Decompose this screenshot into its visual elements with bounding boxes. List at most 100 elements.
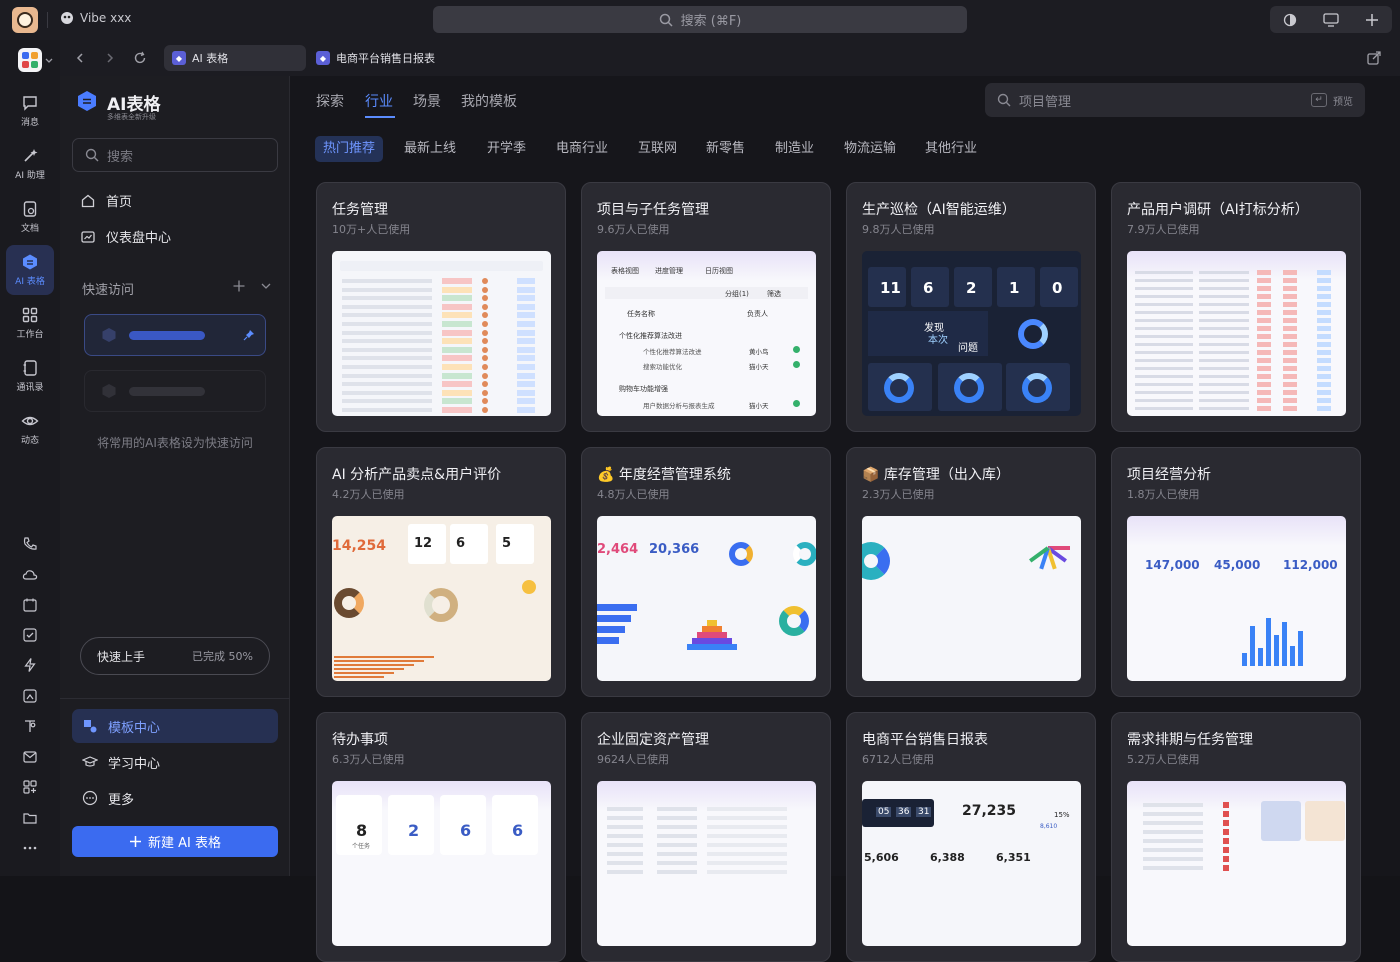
back-icon[interactable]: [74, 52, 86, 64]
status-tag: [517, 278, 535, 284]
rail-item-messages[interactable]: 消息: [6, 86, 54, 136]
rail-item-contacts[interactable]: 通讯录: [6, 351, 54, 401]
lightning-icon[interactable]: [20, 655, 40, 675]
apps-plus-icon[interactable]: [20, 777, 40, 797]
open-external-icon[interactable]: [1366, 50, 1382, 66]
tag: [1257, 326, 1271, 331]
rail-item-ai-assistant[interactable]: AI 助理: [6, 139, 54, 189]
template-card[interactable]: 项目经营分析 1.8万人已使用 147,000 45,000 112,000: [1111, 447, 1361, 697]
cloud-icon[interactable]: [20, 565, 40, 585]
enter-key-icon: ↵: [1311, 93, 1327, 107]
tab-sales-report[interactable]: ◆ 电商平台销售日报表: [308, 45, 443, 71]
onboarding-progress[interactable]: 快速上手 已完成 50%: [80, 637, 270, 675]
more-dots-icon[interactable]: [20, 838, 40, 858]
user-avatar[interactable]: [12, 7, 38, 33]
refresh-icon[interactable]: [133, 51, 147, 65]
tag: [1317, 286, 1331, 291]
preview-shape: [340, 261, 543, 271]
stat-number: 0: [1052, 279, 1063, 297]
app-switcher[interactable]: Vibe xxx: [60, 11, 131, 25]
forward-icon[interactable]: [104, 52, 116, 64]
template-card[interactable]: 💰 年度经营管理系统 4.8万人已使用 2,464 20,366: [581, 447, 831, 697]
template-card[interactable]: 项目与子任务管理 9.6万人已使用 表格视图 进度管理 日历视图 分组(1) 筛选 任务名称 负…: [581, 182, 831, 432]
template-usage: 7.9万人已使用: [1127, 223, 1200, 236]
tab-my-templates[interactable]: 我的模板: [461, 91, 517, 111]
bar: [334, 656, 434, 658]
rail-item-ai-table[interactable]: AI 表格: [6, 245, 54, 295]
filter-chip[interactable]: 电商行业: [548, 136, 616, 162]
table-row: [1143, 803, 1203, 807]
template-card[interactable]: 产品用户调研（AI打标分析） 7.9万人已使用: [1111, 182, 1361, 432]
tab-ai-table[interactable]: ◆ AI 表格: [164, 45, 306, 71]
template-card[interactable]: 需求排期与任务管理 5.2万人已使用: [1111, 712, 1361, 962]
nav-learning-center[interactable]: 学习中心: [72, 745, 278, 779]
bar: [597, 626, 625, 633]
table-row: [342, 373, 432, 378]
rail-label: 文档: [20, 224, 39, 234]
tab-explore[interactable]: 探索: [316, 91, 344, 111]
table-row: [707, 861, 787, 865]
nav-home[interactable]: 首页: [80, 191, 132, 210]
filter-chip[interactable]: 互联网: [630, 136, 685, 162]
template-card[interactable]: 待办事项 6.3万人已使用 8 2 6 6 个任务: [316, 712, 566, 962]
sidebar-search-input[interactable]: 搜索: [72, 138, 278, 172]
active-tab-indicator: [365, 116, 395, 118]
pin-icon: [243, 330, 254, 341]
rail-item-workbench[interactable]: 工作台: [6, 298, 54, 348]
filter-chip[interactable]: 最新上线: [396, 136, 464, 162]
chevron-down-icon[interactable]: [44, 55, 54, 65]
rail-item-activity[interactable]: 动态: [6, 404, 54, 454]
new-ai-table-button[interactable]: 新建 AI 表格: [72, 826, 278, 857]
template-card[interactable]: 生产巡检（AI智能运维） 9.8万人已使用 11 6 2 1 0 发现 本次 问题: [846, 182, 1096, 432]
table-row: [1199, 383, 1249, 386]
nav-label: 更多: [108, 792, 135, 808]
table-row: [1135, 407, 1193, 410]
nav-dashboard[interactable]: 仪表盘中心: [80, 227, 171, 246]
tag: [1317, 310, 1331, 315]
filter-chip[interactable]: 新零售: [698, 136, 753, 162]
status-tag: [517, 312, 535, 319]
workspace-logo-icon[interactable]: [18, 48, 42, 72]
phone-icon[interactable]: [20, 534, 40, 554]
template-card[interactable]: 📦 库存管理（出入库） 2.3万人已使用: [846, 447, 1096, 697]
template-card[interactable]: AI 分析产品卖点&用户评价 4.2万人已使用 14,254 12 6 5: [316, 447, 566, 697]
template-usage: 9.6万人已使用: [597, 223, 670, 236]
chevron-down-icon[interactable]: [260, 279, 272, 293]
template-card[interactable]: 企业固定资产管理 9624人已使用: [581, 712, 831, 962]
tag: [1283, 302, 1297, 307]
folder-icon[interactable]: [20, 808, 40, 828]
tab-industry[interactable]: 行业: [365, 91, 393, 111]
calendar-icon[interactable]: [20, 595, 40, 615]
rail-item-docs[interactable]: 文档: [6, 192, 54, 242]
template-title: 项目与子任务管理: [597, 202, 709, 218]
chart-board-icon[interactable]: [20, 686, 40, 706]
filter-chip[interactable]: 制造业: [767, 136, 822, 162]
add-icon[interactable]: [232, 279, 246, 293]
table-row: [607, 843, 643, 847]
task-check-icon[interactable]: [20, 625, 40, 645]
progress-value: 已完成 50%: [192, 650, 253, 663]
tag: [1283, 342, 1297, 347]
pin-board-icon[interactable]: [20, 716, 40, 736]
tag: [1283, 318, 1297, 323]
tag: [1257, 358, 1271, 363]
filter-chip[interactable]: 其他行业: [917, 136, 985, 162]
filter-chip[interactable]: 物流运输: [836, 136, 904, 162]
tab-scene[interactable]: 场景: [413, 91, 441, 111]
mail-icon[interactable]: [20, 747, 40, 767]
toolbar-item: 分组(1): [725, 290, 749, 298]
global-search-input[interactable]: 搜索 (⌘F): [433, 6, 967, 33]
plus-icon[interactable]: [1365, 13, 1379, 27]
nav-template-center[interactable]: 模板中心: [72, 709, 278, 743]
screen-share-icon[interactable]: [1323, 12, 1339, 27]
template-search-input[interactable]: 项目管理 ↵ 预览: [985, 83, 1365, 117]
caption: 本次: [928, 335, 948, 346]
status-tag: [517, 355, 535, 362]
template-card[interactable]: 任务管理 10万+人已使用: [316, 182, 566, 432]
template-card[interactable]: 电商平台销售日报表 6712人已使用 05 36 31 27,235 15% 8,610 5,6…: [846, 712, 1096, 962]
filter-chip[interactable]: 开学季: [479, 136, 534, 162]
status-tag: [517, 398, 535, 405]
nav-more[interactable]: 更多: [72, 781, 278, 815]
theme-toggle-icon[interactable]: [1283, 13, 1297, 27]
filter-chip[interactable]: 热门推荐: [315, 136, 384, 162]
